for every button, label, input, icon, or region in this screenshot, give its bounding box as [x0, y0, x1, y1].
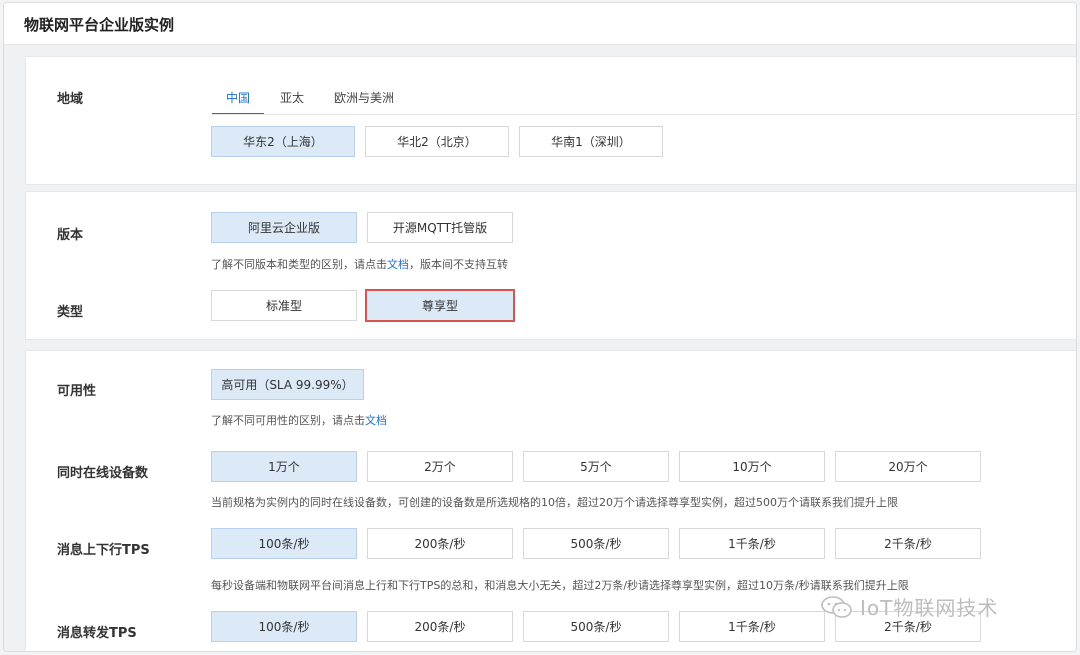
msg-tps-label: 消息上下行TPS — [57, 543, 150, 558]
forward-tps-option-200[interactable]: 200条/秒 — [367, 611, 513, 642]
region-option-shanghai[interactable]: 华东2（上海） — [211, 126, 355, 157]
edition-hint-suffix: ，版本间不支持互转 — [409, 258, 508, 271]
watermark: IoT物联网技术 — [820, 592, 998, 621]
edition-hint-prefix: 了解不同版本和类型的区别，请点击 — [211, 258, 387, 271]
wechat-icon — [821, 595, 852, 618]
tab-divider — [212, 114, 1076, 115]
watermark-text: IoT物联网技术 — [860, 596, 999, 620]
forward-tps-option-500[interactable]: 500条/秒 — [523, 611, 669, 642]
region-label: 地域 — [57, 92, 84, 107]
tab-asia-pacific[interactable]: 亚太 — [280, 89, 304, 115]
page-title: 物联网平台企业版实例 — [24, 16, 175, 34]
availability-hint: 了解不同可用性的区别，请点击文档 — [211, 412, 387, 428]
devices-hint: 当前规格为实例内的同时在线设备数，可创建的设备数是所选规格的10倍，超过20万个… — [211, 496, 898, 509]
title-bar: 物联网平台企业版实例 — [4, 3, 1076, 45]
region-option-beijing[interactable]: 华北2（北京） — [365, 126, 509, 157]
devices-option-10k[interactable]: 1万个 — [211, 451, 357, 482]
devices-option-50k[interactable]: 5万个 — [523, 451, 669, 482]
edition-option-mqtt[interactable]: 开源MQTT托管版 — [367, 212, 513, 243]
availability-option-ha[interactable]: 高可用（SLA 99.99%） — [211, 369, 364, 400]
availability-label: 可用性 — [57, 384, 97, 399]
forward-tps-label: 消息转发TPS — [57, 626, 137, 641]
msg-tps-option-2000[interactable]: 2千条/秒 — [835, 528, 981, 559]
type-label: 类型 — [57, 305, 84, 320]
devices-option-100k[interactable]: 10万个 — [679, 451, 825, 482]
devices-label: 同时在线设备数 — [57, 466, 149, 481]
edition-hint: 了解不同版本和类型的区别，请点击文档，版本间不支持互转 — [211, 256, 508, 272]
region-option-shenzhen[interactable]: 华南1（深圳） — [519, 126, 663, 157]
msg-tps-option-200[interactable]: 200条/秒 — [367, 528, 513, 559]
tab-china[interactable]: 中国 — [211, 89, 265, 115]
app-window: 物联网平台企业版实例 地域 中国 亚太 欧洲与美洲 华东2（上海） 华北2（北京… — [3, 2, 1077, 652]
type-option-premium[interactable]: 尊享型 — [365, 289, 515, 322]
region-card: 地域 中国 亚太 欧洲与美洲 华东2（上海） 华北2（北京） 华南1（深圳） — [25, 56, 1076, 185]
tab-europe-america[interactable]: 欧洲与美洲 — [334, 89, 394, 115]
edition-card: 版本 阿里云企业版 开源MQTT托管版 了解不同版本和类型的区别，请点击文档，版… — [25, 191, 1076, 340]
forward-tps-option-1000[interactable]: 1千条/秒 — [679, 611, 825, 642]
msg-tps-option-1000[interactable]: 1千条/秒 — [679, 528, 825, 559]
edition-option-aliyun[interactable]: 阿里云企业版 — [211, 212, 357, 243]
devices-option-20k[interactable]: 2万个 — [367, 451, 513, 482]
msg-tps-option-500[interactable]: 500条/秒 — [523, 528, 669, 559]
type-option-standard[interactable]: 标准型 — [211, 290, 357, 321]
devices-option-200k[interactable]: 20万个 — [835, 451, 981, 482]
msg-tps-option-100[interactable]: 100条/秒 — [211, 528, 357, 559]
edition-label: 版本 — [57, 228, 84, 243]
msg-tps-hint: 每秒设备端和物联网平台间消息上行和下行TPS的总和，和消息大小无关，超过2万条/… — [211, 579, 909, 592]
availability-doc-link[interactable]: 文档 — [365, 414, 387, 427]
edition-doc-link[interactable]: 文档 — [387, 258, 409, 271]
availability-hint-prefix: 了解不同可用性的区别，请点击 — [211, 414, 365, 427]
forward-tps-option-100[interactable]: 100条/秒 — [211, 611, 357, 642]
